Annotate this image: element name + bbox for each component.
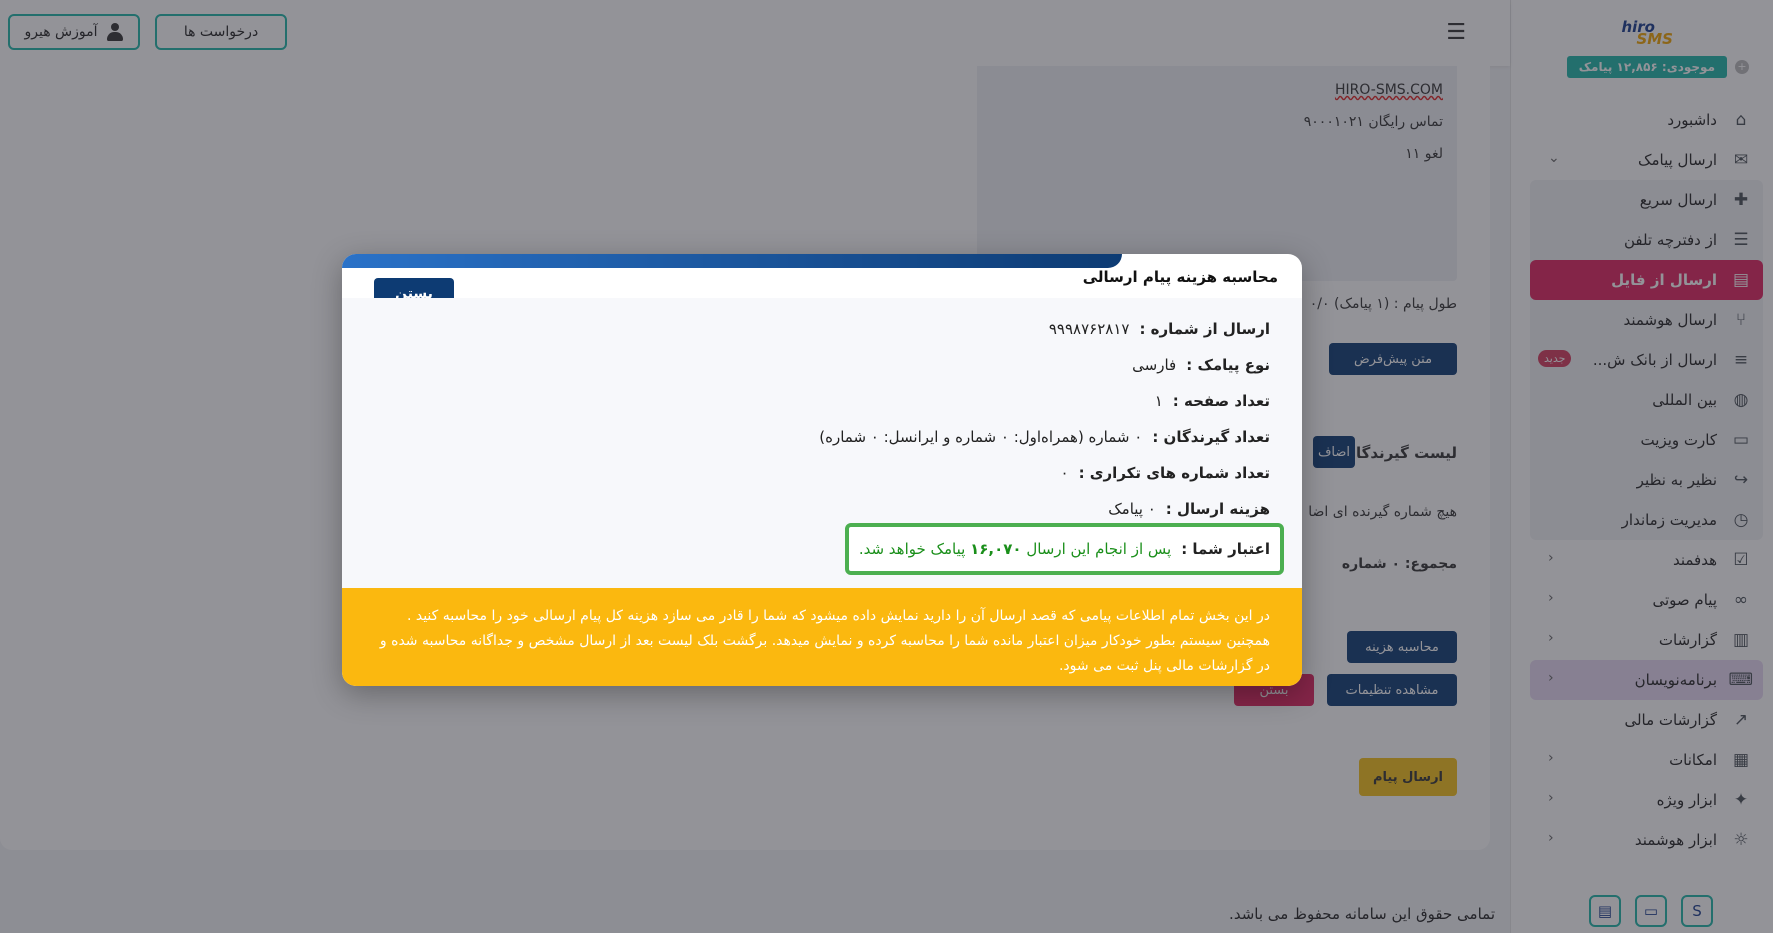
detail-value: ۹۹۹۸۷۶۲۸۱۷ (1048, 320, 1130, 338)
detail-key: تعداد شماره های تکراری : (1078, 464, 1270, 482)
detail-value: ۰ شماره (همراه‌اول: ۰ شماره و ایرانسل: ۰… (819, 428, 1143, 446)
detail-value: فارسی (1132, 356, 1177, 374)
detail-key: هزینه ارسال : (1165, 500, 1270, 518)
detail-row-duplicates: تعداد شماره های تکراری : ۰ (1061, 464, 1270, 482)
detail-key: تعداد گیرندگان : (1152, 428, 1270, 446)
detail-value: ۰ پیامک (1108, 500, 1156, 518)
credit-key: اعتبار شما : (1181, 540, 1270, 558)
detail-row-sms-type: نوع پیامک : فارسی (1132, 356, 1270, 374)
cost-calculation-modal: محاسبه هزینه پیام ارسالی بستن ارسال از ش… (342, 254, 1302, 686)
detail-value: ۰ (1060, 464, 1069, 482)
modal-info-note: در این بخش تمام اطلاعات پیامی که قصد ارس… (342, 588, 1302, 686)
detail-value: ۱ (1154, 392, 1163, 410)
credit-summary-box: اعتبار شما : پس از انجام این ارسال ۱۶,۰۷… (844, 523, 1284, 575)
detail-row-cost: هزینه ارسال : ۰ پیامک (1108, 500, 1270, 518)
detail-row-pages: تعداد صفحه : ۱ (1155, 392, 1270, 410)
detail-key: ارسال از شماره : (1139, 320, 1270, 338)
credit-pre-text: پس از انجام این ارسال (1026, 540, 1172, 558)
detail-key: تعداد صفحه : (1172, 392, 1270, 410)
detail-row-recipients: تعداد گیرندگان : ۰ شماره (همراه‌اول: ۰ ش… (819, 428, 1270, 446)
detail-row-sender: ارسال از شماره : ۹۹۹۸۷۶۲۸۱۷ (1049, 320, 1270, 338)
credit-post-text: پیامک خواهد شد. (858, 540, 966, 558)
detail-key: نوع پیامک : (1186, 356, 1270, 374)
credit-amount: ۱۶,۰۷۰ (970, 540, 1022, 558)
modal-header-accent (342, 254, 1122, 268)
modal-title: محاسبه هزینه پیام ارسالی (1082, 268, 1278, 286)
credit-text: پس از انجام این ارسال ۱۶,۰۷۰ پیامک خواهد… (859, 540, 1171, 558)
